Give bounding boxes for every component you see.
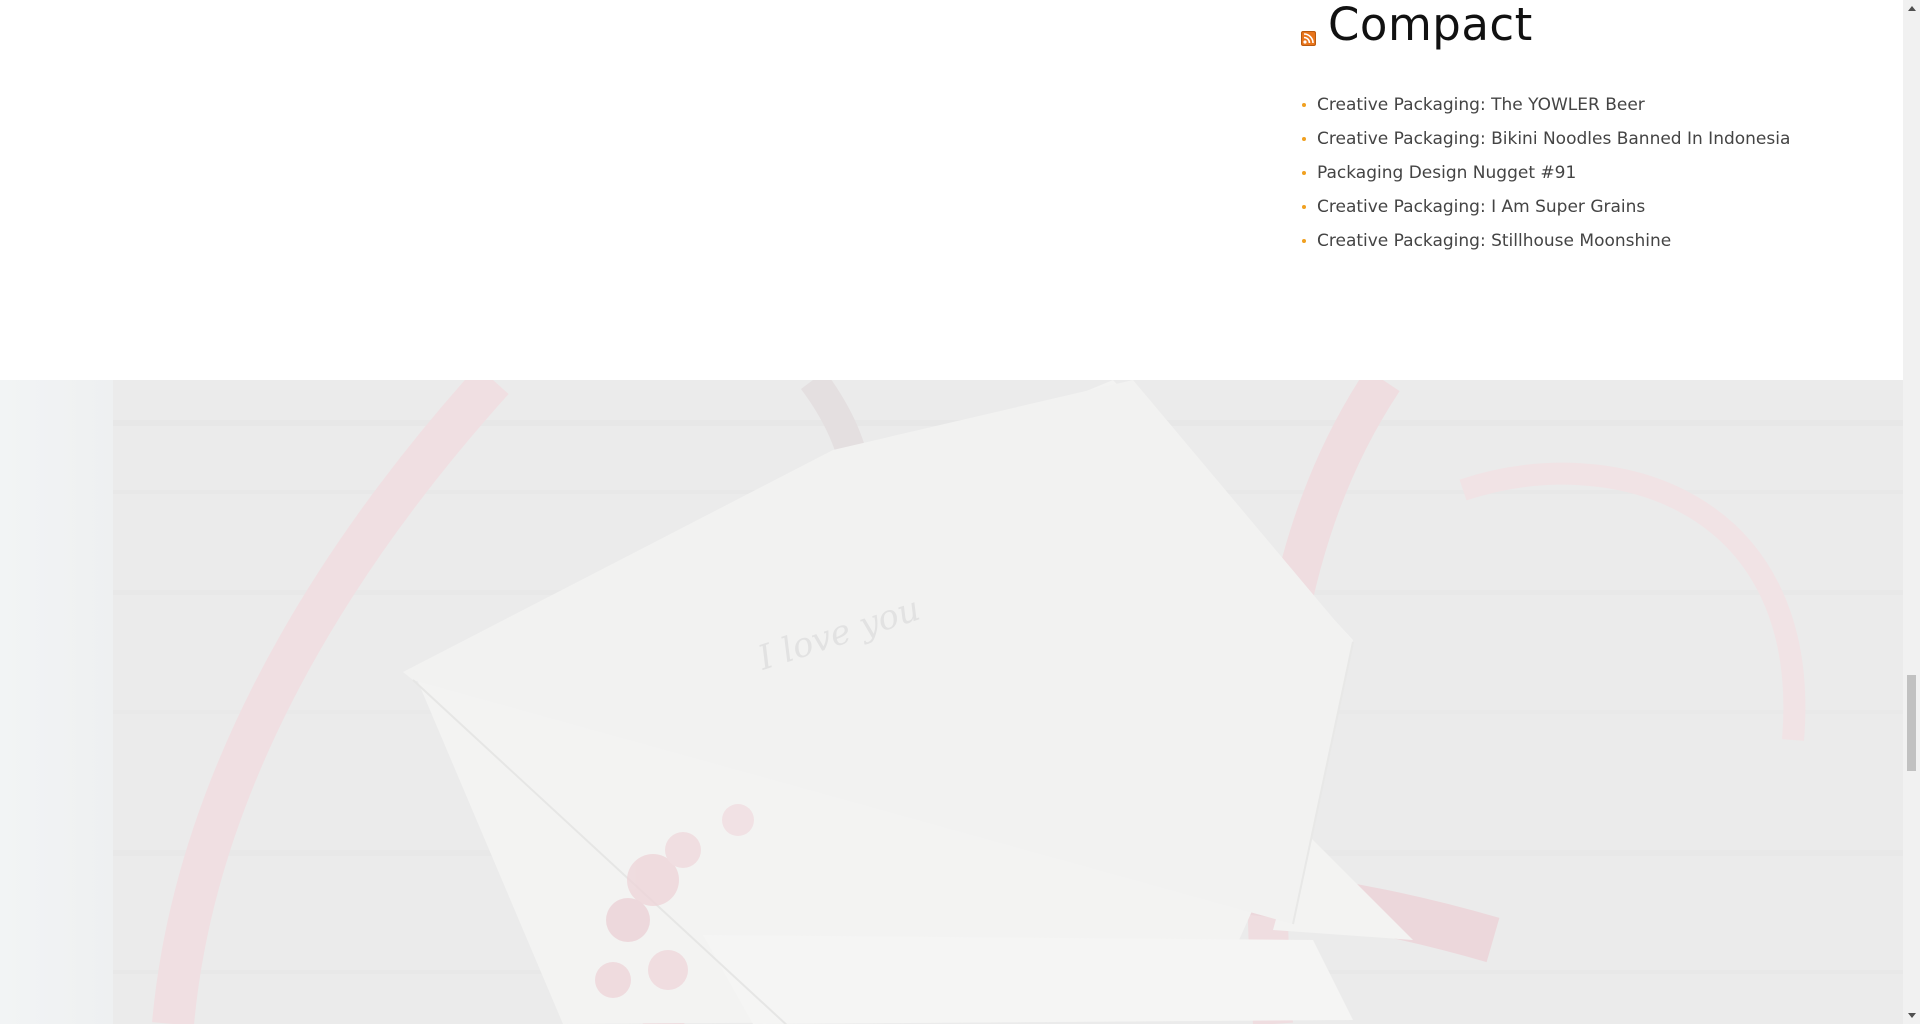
scroll-up-arrow-icon[interactable] xyxy=(1903,0,1920,17)
scroll-down-arrow-icon[interactable] xyxy=(1903,1007,1920,1024)
content-area: Compact Creative Packaging: The YOWLER B… xyxy=(0,0,1903,380)
list-item: Creative Packaging: The YOWLER Beer xyxy=(1301,88,1790,122)
bullet-dot-icon xyxy=(1302,171,1306,175)
post-link[interactable]: Creative Packaging: Stillhouse Moonshine xyxy=(1317,231,1671,251)
hero-section: I love you xyxy=(0,380,1903,1024)
widget-title-text[interactable]: Compact xyxy=(1328,0,1533,50)
post-link[interactable]: Creative Packaging: I Am Super Grains xyxy=(1317,197,1645,217)
rss-icon[interactable] xyxy=(1301,25,1316,46)
hero-side-panel xyxy=(0,380,113,1024)
post-link[interactable]: Packaging Design Nugget #91 xyxy=(1317,163,1576,183)
scroll-thumb[interactable] xyxy=(1907,675,1916,771)
bullet-dot-icon xyxy=(1302,239,1306,243)
bullet-dot-icon xyxy=(1302,205,1306,209)
rss-widget: Compact Creative Packaging: The YOWLER B… xyxy=(1301,0,1901,251)
bullet-dot-icon xyxy=(1302,137,1306,141)
page: Compact Creative Packaging: The YOWLER B… xyxy=(0,0,1920,1024)
list-item: Creative Packaging: Bikini Noodles Banne… xyxy=(1301,122,1790,156)
vertical-scrollbar[interactable] xyxy=(1903,0,1920,1024)
list-item: Creative Packaging: I Am Super Grains xyxy=(1301,190,1790,224)
widget-title: Compact xyxy=(1301,0,1901,50)
post-link[interactable]: Creative Packaging: The YOWLER Beer xyxy=(1317,95,1645,115)
bullet-dot-icon xyxy=(1302,103,1306,107)
list-item: Packaging Design Nugget #91 xyxy=(1301,156,1790,190)
envelope-ribbon-roses-photo: I love you xyxy=(113,380,1903,1024)
post-link[interactable]: Creative Packaging: Bikini Noodles Banne… xyxy=(1317,129,1790,149)
post-list: Creative Packaging: The YOWLER Beer Crea… xyxy=(1301,88,1790,258)
list-item: Creative Packaging: Stillhouse Moonshine xyxy=(1301,224,1790,258)
